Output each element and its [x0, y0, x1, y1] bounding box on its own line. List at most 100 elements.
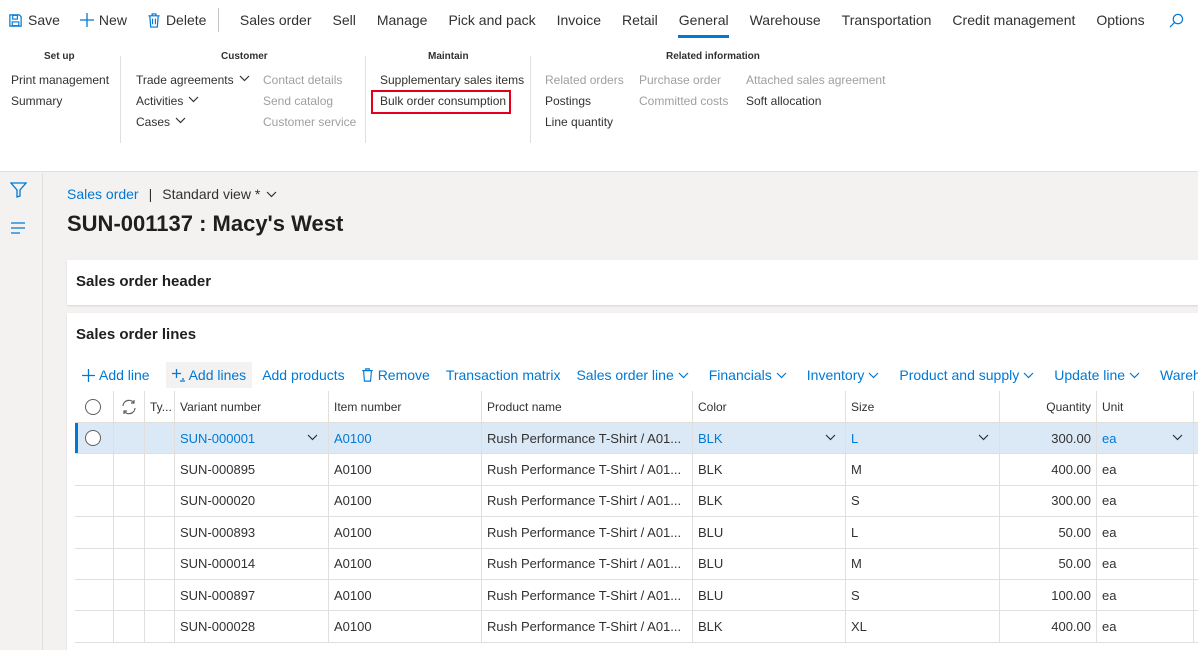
sales-order-header-section[interactable]: Sales order header	[67, 260, 1198, 305]
table-row[interactable]: SUN-000893 A0100 Rush Performance T-Shir…	[75, 517, 1198, 549]
soft-allocation-button[interactable]: Soft allocation	[746, 94, 885, 115]
chevron-down-icon[interactable]	[307, 434, 318, 441]
attached-sales-agreement-button[interactable]: Attached sales agreement	[746, 73, 885, 94]
breadcrumb: Sales order | Standard view *	[67, 186, 277, 202]
product-name-cell: Rush Performance T-Shirt / A01...	[481, 454, 693, 485]
select-all-checkbox[interactable]	[75, 391, 113, 422]
column-header-variant-number[interactable]: Variant number	[174, 391, 328, 422]
print-management-button[interactable]: Print management	[11, 73, 109, 94]
product-and-supply-menu[interactable]: Product and supply	[899, 367, 1038, 383]
color-field[interactable]: BLK	[692, 423, 846, 454]
variant-number-field[interactable]: SUN-000001	[174, 423, 328, 454]
chevron-down-icon[interactable]	[825, 434, 836, 441]
color-cell: BLU	[692, 548, 846, 579]
unit-cell: ea	[1096, 548, 1192, 579]
refresh-button[interactable]	[113, 391, 144, 422]
column-header-unit[interactable]: Unit	[1096, 391, 1192, 422]
table-row[interactable]: SUN-000020 A0100 Rush Performance T-Shir…	[75, 485, 1198, 518]
row-select-cell[interactable]	[75, 549, 113, 579]
new-button[interactable]: New	[79, 0, 127, 40]
table-row[interactable]: SUN-000897 A0100 Rush Performance T-Shir…	[75, 579, 1198, 612]
related-orders-button[interactable]: Related orders	[545, 73, 624, 94]
add-line-button[interactable]: Add line	[82, 367, 150, 383]
postings-button[interactable]: Postings	[545, 94, 624, 115]
summary-button[interactable]: Summary	[11, 94, 109, 115]
committed-costs-button[interactable]: Committed costs	[639, 94, 728, 115]
sales-order-line-menu[interactable]: Sales order line	[576, 367, 692, 383]
table-row[interactable]: SUN-000895 A0100 Rush Performance T-Shir…	[75, 454, 1198, 486]
contact-details-button[interactable]: Contact details	[263, 73, 356, 94]
purchase-order-button[interactable]: Purchase order	[639, 73, 728, 94]
row-select-cell[interactable]	[75, 517, 113, 547]
row-select-radio[interactable]	[75, 423, 113, 453]
tab-invoice[interactable]: Invoice	[546, 0, 611, 40]
table-row[interactable]: SUN-000028 A0100 Rush Performance T-Shir…	[75, 611, 1198, 643]
action-pane: Save New Delete Sales order Sell Manage …	[0, 0, 1198, 40]
group-related-information: Related information Related orders Posti…	[532, 40, 952, 150]
financials-menu[interactable]: Financials	[709, 367, 791, 383]
unit-field[interactable]: ea	[1096, 423, 1192, 454]
view-selector[interactable]: Standard view *	[162, 186, 277, 202]
unit-cell: ea	[1096, 611, 1192, 642]
column-header-item-number[interactable]: Item number	[328, 391, 482, 422]
add-products-button[interactable]: Add products	[262, 367, 345, 383]
chevron-down-icon[interactable]	[978, 434, 989, 441]
item-number-cell: A0100	[328, 579, 482, 611]
update-line-menu[interactable]: Update line	[1054, 367, 1144, 383]
warehouse-label: Warehouse	[1160, 367, 1198, 383]
size-cell: L	[845, 517, 1000, 548]
breadcrumb-sales-order-link[interactable]: Sales order	[67, 186, 139, 202]
column-header-type[interactable]: Ty...	[144, 391, 175, 422]
filter-icon[interactable]	[10, 182, 27, 198]
size-field[interactable]: L	[845, 423, 1000, 454]
delete-button[interactable]: Delete	[147, 0, 206, 40]
customer-service-button[interactable]: Customer service	[263, 115, 356, 136]
transaction-matrix-button[interactable]: Transaction matrix	[446, 367, 561, 383]
tab-general[interactable]: General	[668, 0, 739, 40]
type-cell	[144, 454, 175, 485]
color-cell: BLU	[692, 579, 846, 611]
table-row[interactable]: SUN-000001 A0100 Rush Performance T-Shir…	[75, 423, 1198, 455]
tab-sell[interactable]: Sell	[322, 0, 366, 40]
column-header-product-name[interactable]: Product name	[481, 391, 693, 422]
tab-retail[interactable]: Retail	[611, 0, 668, 40]
column-header-quantity[interactable]: Quantity	[999, 391, 1096, 422]
tab-warehouse[interactable]: Warehouse	[739, 0, 831, 40]
row-select-cell[interactable]	[75, 486, 113, 516]
tab-credit-management[interactable]: Credit management	[942, 0, 1086, 40]
next-cell	[1193, 485, 1198, 517]
left-rail	[0, 173, 43, 650]
row-status-cell	[113, 517, 144, 548]
item-number-cell: A0100	[328, 548, 482, 579]
chevron-down-icon[interactable]	[1172, 434, 1183, 441]
activities-menu[interactable]: Activities	[136, 94, 250, 115]
quantity-field[interactable]: 300.00	[999, 423, 1096, 454]
row-select-cell[interactable]	[75, 611, 113, 641]
remove-button[interactable]: Remove	[361, 367, 430, 383]
save-button[interactable]: Save	[8, 0, 60, 40]
row-select-cell[interactable]	[75, 454, 113, 484]
column-header-color[interactable]: Color	[692, 391, 846, 422]
quantity-cell: 300.00	[999, 485, 1096, 517]
tab-sales-order[interactable]: Sales order	[229, 0, 322, 40]
tab-pick-and-pack[interactable]: Pick and pack	[438, 0, 546, 40]
send-catalog-button[interactable]: Send catalog	[263, 94, 356, 115]
line-quantity-button[interactable]: Line quantity	[545, 115, 624, 136]
cases-menu[interactable]: Cases	[136, 115, 250, 136]
row-select-cell[interactable]	[75, 580, 113, 610]
trade-agreements-menu[interactable]: Trade agreements	[136, 73, 250, 94]
table-row[interactable]: SUN-000014 A0100 Rush Performance T-Shir…	[75, 548, 1198, 580]
tab-options[interactable]: Options	[1086, 0, 1155, 40]
quantity-cell: 50.00	[999, 548, 1096, 579]
tab-transportation[interactable]: Transportation	[831, 0, 942, 40]
quantity-cell: 50.00	[999, 517, 1096, 548]
next-cell	[1193, 423, 1198, 454]
inventory-menu[interactable]: Inventory	[807, 367, 884, 383]
column-header-size[interactable]: Size	[845, 391, 1000, 422]
item-number-link[interactable]: A0100	[328, 423, 482, 454]
warehouse-menu[interactable]: Warehouse	[1160, 367, 1198, 383]
tab-manage[interactable]: Manage	[366, 0, 438, 40]
search-button[interactable]	[1169, 0, 1189, 40]
menu-icon[interactable]	[10, 222, 26, 234]
add-lines-button[interactable]: Add lines	[165, 362, 253, 388]
